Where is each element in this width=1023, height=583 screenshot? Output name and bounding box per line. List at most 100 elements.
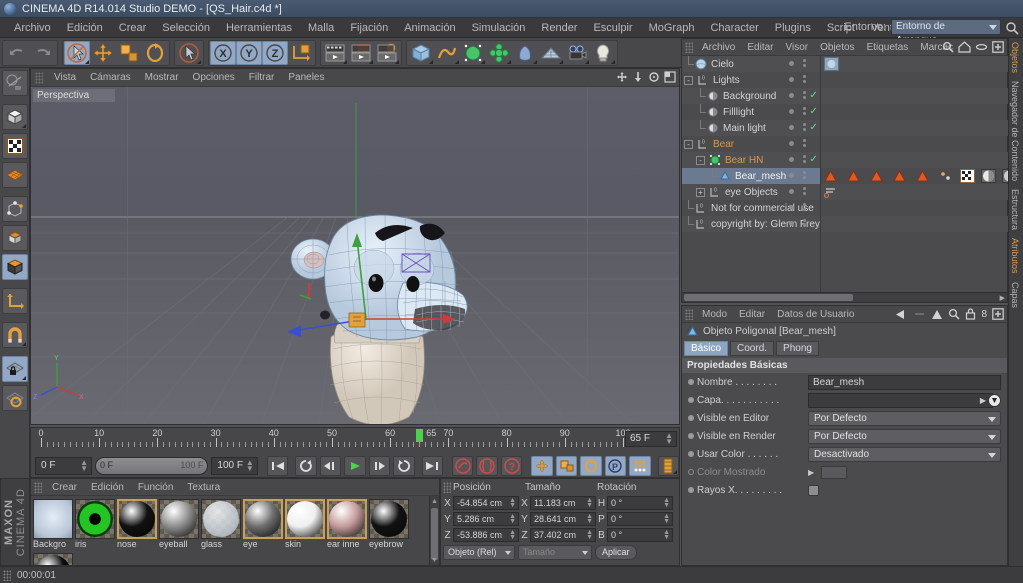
- attribute-tab-phong[interactable]: Phong: [776, 341, 819, 356]
- x-axis-lock-button[interactable]: X: [210, 41, 236, 65]
- object-tree-row[interactable]: Background✓: [682, 88, 820, 104]
- move-tool-button[interactable]: [90, 41, 116, 65]
- autokeying-button[interactable]: [476, 456, 497, 476]
- viewport-menu-paneles[interactable]: Paneles: [281, 69, 331, 87]
- objectmgr-menu-editar[interactable]: Editar: [741, 39, 779, 56]
- object-tree-row[interactable]: +0eye Objects: [682, 184, 820, 200]
- array-generator-button[interactable]: [486, 41, 512, 65]
- step-forward-button[interactable]: [369, 456, 390, 476]
- enabled-check-icon[interactable]: ✓: [810, 123, 818, 133]
- render-visibility-dots[interactable]: [803, 187, 806, 195]
- material-swatch[interactable]: [369, 499, 409, 539]
- render-visibility-dots[interactable]: [803, 107, 806, 115]
- spinner-icon[interactable]: ▲▼: [80, 460, 88, 472]
- panel-grip-icon[interactable]: [35, 72, 43, 84]
- material-menu-crear[interactable]: Crear: [45, 479, 84, 496]
- scale-tool-button[interactable]: [116, 41, 142, 65]
- coord-position-x-input[interactable]: -54.854 cm▲▼: [453, 496, 519, 510]
- object-tree-row[interactable]: -0Bear: [682, 136, 820, 152]
- viewport-menu-opciones[interactable]: Opciones: [186, 69, 242, 87]
- object-manager-hscrollbar[interactable]: ▶: [682, 292, 1007, 302]
- display-color-swatch[interactable]: [821, 466, 847, 479]
- attribute-select[interactable]: Desactivado: [808, 447, 1001, 462]
- polygons-mode-button[interactable]: [2, 254, 28, 280]
- menu-item-herramientas[interactable]: Herramientas: [218, 18, 300, 38]
- render-visibility-dots[interactable]: [803, 155, 806, 163]
- object-tree-row[interactable]: 0Not for commercial use: [682, 200, 820, 216]
- object-tree-row[interactable]: Cielo: [682, 56, 820, 72]
- go-to-end-button[interactable]: [422, 456, 443, 476]
- make-editable-button[interactable]: [2, 70, 28, 96]
- null-icon[interactable]: 0: [694, 218, 707, 231]
- objectmgr-menu-etiquetas[interactable]: Etiquetas: [861, 39, 915, 56]
- visibility-dots[interactable]: [789, 221, 794, 226]
- scroll-down-icon[interactable]: ▼: [430, 555, 439, 565]
- zoom-view-icon[interactable]: [632, 71, 644, 83]
- null-icon[interactable]: 0: [696, 138, 709, 151]
- vertexmap-tag-icon[interactable]: [939, 170, 952, 182]
- viewport-menu-mostrar[interactable]: Mostrar: [138, 69, 186, 87]
- back-arrow-icon[interactable]: [895, 309, 908, 320]
- camera-button[interactable]: [564, 41, 590, 65]
- material-item[interactable]: eye: [243, 499, 283, 551]
- object-tree-row[interactable]: Bear_mesh: [682, 168, 820, 184]
- parameter-bullet-icon[interactable]: [688, 433, 694, 439]
- keyframe-help-button[interactable]: ?: [501, 456, 522, 476]
- coord-size-y-input[interactable]: 28.641 cm▲▼: [530, 512, 596, 526]
- z-axis-lock-button[interactable]: Z: [262, 41, 288, 65]
- attrmgr-menu-modo[interactable]: Modo: [696, 306, 733, 323]
- undo-button[interactable]: [4, 41, 30, 65]
- attribute-select[interactable]: Por Defecto: [808, 429, 1001, 444]
- parameter-bullet-icon[interactable]: [688, 397, 694, 403]
- light-button[interactable]: [590, 41, 616, 65]
- material-swatch[interactable]: [75, 499, 115, 539]
- material-menu-funci-n[interactable]: Función: [131, 479, 181, 496]
- polygon-grid-mode-button[interactable]: [2, 162, 28, 188]
- scroll-right-icon[interactable]: ▶: [1000, 294, 1005, 302]
- floor-environment-button[interactable]: [538, 41, 564, 65]
- menu-item-plugins[interactable]: Plugins: [767, 18, 819, 38]
- render-view-button[interactable]: [322, 41, 348, 65]
- attrmgr-menu-datos-de-usuario[interactable]: Datos de Usuario: [771, 306, 860, 323]
- coordinate-mode-select[interactable]: Objeto (Rel): [443, 545, 515, 560]
- material-swatch[interactable]: [285, 499, 325, 539]
- enabled-check-icon[interactable]: ✓: [810, 155, 818, 165]
- visibility-dots[interactable]: [789, 205, 794, 210]
- menu-item-animaci-n[interactable]: Animación: [396, 18, 463, 38]
- menu-item-fijaci-n[interactable]: Fijación: [342, 18, 396, 38]
- edges-mode-button[interactable]: [2, 225, 28, 251]
- selection-tag-icon[interactable]: [847, 170, 860, 182]
- environment-select[interactable]: Entorno de Arranque: [891, 19, 1001, 35]
- object-tree-row[interactable]: -0Lights: [682, 72, 820, 88]
- scrollbar-thumb[interactable]: [684, 294, 853, 301]
- dock-tab-estructura[interactable]: Estructura: [1009, 185, 1021, 234]
- add-panel-icon[interactable]: [992, 308, 1004, 320]
- menu-item-simulaci-n[interactable]: Simulación: [464, 18, 534, 38]
- key-position-button[interactable]: [531, 456, 552, 476]
- current-frame-field[interactable]: 65 F ▲▼: [625, 431, 677, 447]
- material-item[interactable]: glass: [201, 499, 241, 551]
- menu-item-mograph[interactable]: MoGraph: [641, 18, 703, 38]
- layer-tag-icon[interactable]: [824, 186, 838, 198]
- coord-rotation-h-input[interactable]: 0 °▲▼: [607, 496, 673, 510]
- object-tree-row[interactable]: -Bear HN✓: [682, 152, 820, 168]
- render-to-picture-viewer-button[interactable]: [348, 41, 374, 65]
- attribute-tab-b-sico[interactable]: Básico: [684, 341, 728, 356]
- spinner-icon[interactable]: ▲▼: [663, 498, 670, 508]
- texture-mode-button[interactable]: [2, 133, 28, 159]
- object-tree-row[interactable]: Main light✓: [682, 120, 820, 136]
- material-scrollbar[interactable]: ▲ ▼: [429, 496, 439, 565]
- light-icon[interactable]: [706, 122, 719, 135]
- cube-primitive-button[interactable]: [408, 41, 434, 65]
- attribute-tab-coord-[interactable]: Coord.: [730, 341, 774, 356]
- attribute-select[interactable]: Por Defecto: [808, 411, 1001, 426]
- polygon-icon[interactable]: [718, 170, 731, 183]
- panel-grip-icon[interactable]: [685, 309, 693, 320]
- hypernurbs-button[interactable]: [460, 41, 486, 65]
- key-rotation-button[interactable]: [580, 456, 601, 476]
- xray-checkbox[interactable]: [808, 485, 819, 496]
- dock-tab-navegador-de-contenido[interactable]: Navegador de Contenido: [1009, 77, 1021, 185]
- home-icon[interactable]: [958, 41, 971, 53]
- render-visibility-dots[interactable]: [803, 123, 806, 131]
- menu-search-icon[interactable]: [1005, 21, 1019, 35]
